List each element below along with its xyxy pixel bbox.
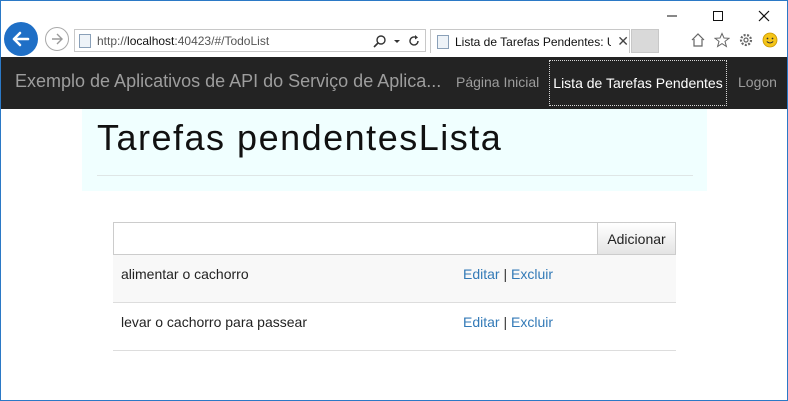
delete-link[interactable]: Excluir bbox=[511, 266, 553, 282]
url-scheme: http:// bbox=[97, 33, 128, 48]
site-navbar: Exemplo de Aplicativos de API do Serviço… bbox=[1, 57, 787, 109]
refresh-icon[interactable] bbox=[407, 34, 421, 48]
action-separator: | bbox=[503, 314, 511, 330]
forward-button[interactable] bbox=[45, 27, 69, 51]
tab-title: Lista de Tarefas Pendentes: U... bbox=[455, 34, 612, 49]
search-icon[interactable] bbox=[373, 34, 387, 48]
address-bar[interactable]: http:// localhost :40423/#/TodoList bbox=[74, 29, 426, 52]
nav-item-todo-list[interactable]: Lista de Tarefas Pendentes bbox=[549, 60, 727, 106]
add-button[interactable]: Adicionar bbox=[597, 222, 676, 255]
page-header: Tarefas pendentesLista bbox=[82, 109, 707, 191]
close-icon bbox=[758, 10, 770, 22]
edit-link[interactable]: Editar bbox=[463, 314, 500, 330]
maximize-button[interactable] bbox=[695, 1, 741, 31]
row-actions: Editar | Excluir bbox=[463, 314, 553, 330]
close-window-button[interactable] bbox=[741, 1, 787, 31]
forward-arrow-icon bbox=[52, 33, 63, 45]
browser-window: http:// localhost :40423/#/TodoList List… bbox=[0, 0, 788, 401]
action-separator: | bbox=[503, 266, 511, 282]
table-row: alimentar o cachorro Editar | Excluir bbox=[113, 255, 676, 303]
table-row: levar o cachorro para passear Editar | E… bbox=[113, 303, 676, 351]
url-path: :40423/#/TodoList bbox=[174, 33, 270, 48]
new-todo-input[interactable] bbox=[113, 222, 598, 255]
chevron-down-icon[interactable] bbox=[393, 34, 401, 48]
todo-table: alimentar o cachorro Editar | Excluir le… bbox=[113, 255, 676, 351]
minimize-icon bbox=[667, 15, 677, 17]
favorites-star-icon[interactable] bbox=[713, 31, 731, 49]
maximize-icon bbox=[713, 11, 723, 21]
page-title: Tarefas pendentesLista bbox=[97, 117, 503, 158]
url-host: localhost bbox=[127, 33, 175, 48]
address-tools bbox=[373, 32, 421, 50]
browser-toolbar-icons bbox=[689, 29, 779, 51]
nav-item-login[interactable]: Logon bbox=[738, 74, 777, 90]
todo-name: alimentar o cachorro bbox=[121, 266, 249, 282]
row-actions: Editar | Excluir bbox=[463, 266, 553, 282]
settings-gear-icon[interactable] bbox=[737, 31, 755, 49]
new-tab-button[interactable] bbox=[631, 29, 659, 53]
home-icon[interactable] bbox=[689, 31, 707, 49]
minimize-button[interactable] bbox=[649, 1, 695, 31]
window-controls bbox=[649, 1, 787, 31]
tab-page-icon bbox=[437, 34, 449, 49]
tab-close-icon[interactable]: ✕ bbox=[617, 33, 629, 50]
feedback-smiley-icon[interactable] bbox=[761, 31, 779, 49]
back-arrow-icon bbox=[12, 31, 30, 47]
back-button[interactable] bbox=[4, 22, 38, 56]
header-divider bbox=[97, 175, 693, 176]
nav-item-home[interactable]: Página Inicial bbox=[456, 74, 539, 90]
delete-link[interactable]: Excluir bbox=[511, 314, 553, 330]
page-icon bbox=[79, 33, 91, 48]
edit-link[interactable]: Editar bbox=[463, 266, 500, 282]
navbar-brand[interactable]: Exemplo de Aplicativos de API do Serviço… bbox=[15, 71, 441, 92]
browser-tab-active[interactable]: Lista de Tarefas Pendentes: U... ✕ bbox=[430, 29, 630, 53]
todo-name: levar o cachorro para passear bbox=[121, 314, 307, 330]
